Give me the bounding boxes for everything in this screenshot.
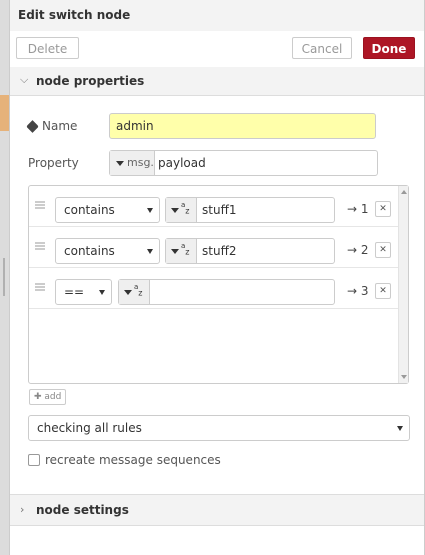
- scroll-down-icon[interactable]: [401, 375, 407, 379]
- property-type-label: msg.: [127, 156, 154, 169]
- tray-toolbar: Delete Cancel Done: [10, 31, 424, 68]
- rule-row: contains az stuff1 → 1 ✕: [29, 186, 399, 227]
- delete-button[interactable]: Delete: [16, 37, 79, 59]
- rule-value-input[interactable]: az stuff1: [165, 197, 335, 223]
- output-port-label: → 1: [347, 202, 369, 216]
- caret-down-icon: [171, 207, 179, 213]
- checking-mode-value: checking all rules: [37, 421, 142, 435]
- remove-rule-button[interactable]: ✕: [375, 283, 391, 299]
- recreate-sequences-checkbox[interactable]: [28, 453, 40, 466]
- dropdown-arrow-icon: [397, 426, 403, 431]
- string-type-icon: az: [181, 201, 190, 216]
- tray-header: Edit switch node: [10, 0, 424, 32]
- property-label: Property: [28, 156, 79, 170]
- rule-value-input[interactable]: az: [118, 279, 335, 305]
- drag-handle-icon[interactable]: [35, 201, 45, 210]
- caret-down-icon: [116, 160, 124, 166]
- tag-icon: [26, 120, 39, 133]
- workspace-edge: [0, 0, 9, 555]
- chevron-right-icon: ›: [20, 503, 25, 516]
- name-label: Name: [26, 119, 78, 133]
- node-settings-label: node settings: [36, 503, 129, 517]
- add-rule-button[interactable]: ✚ add: [29, 389, 67, 405]
- property-type-button[interactable]: msg.: [110, 151, 155, 175]
- string-type-icon: az: [181, 242, 190, 257]
- value-type-button[interactable]: az: [119, 280, 150, 304]
- recreate-sequences-label: recreate message sequences: [45, 453, 221, 467]
- caret-down-icon: [171, 248, 179, 254]
- node-settings-header[interactable]: › node settings: [10, 494, 424, 526]
- rule-operator-value: contains: [64, 244, 115, 258]
- rule-value: stuff1: [202, 203, 237, 217]
- name-label-text: Name: [42, 119, 78, 133]
- caret-down-icon: [124, 289, 132, 295]
- property-value: payload: [158, 156, 206, 170]
- rule-row: contains az stuff2 → 2 ✕: [29, 227, 399, 268]
- node-properties-label: node properties: [36, 74, 145, 88]
- scroll-up-icon[interactable]: [401, 190, 407, 194]
- chevron-down-icon: ⌵: [20, 73, 29, 86]
- output-port-label: → 2: [347, 243, 369, 257]
- value-type-button[interactable]: az: [166, 198, 197, 222]
- node-properties-header[interactable]: ⌵ node properties: [10, 67, 424, 96]
- cancel-button[interactable]: Cancel: [292, 37, 352, 59]
- rule-operator-select[interactable]: ==: [55, 279, 112, 305]
- rule-operator-value: contains: [64, 203, 115, 217]
- plus-icon: ✚: [34, 392, 42, 402]
- dropdown-arrow-icon: [147, 249, 153, 254]
- edit-tray: Edit switch node Delete Cancel Done ⌵ no…: [9, 0, 424, 555]
- output-port-label: → 3: [347, 284, 369, 298]
- add-rule-label: add: [44, 392, 62, 402]
- rule-value: stuff2: [202, 244, 237, 258]
- rules-list: contains az stuff1 → 1 ✕ contains az stu…: [28, 185, 409, 384]
- rule-operator-select[interactable]: contains: [55, 238, 160, 264]
- remove-rule-button[interactable]: ✕: [375, 201, 391, 217]
- resize-grip[interactable]: [3, 258, 5, 296]
- value-type-button[interactable]: az: [166, 239, 197, 263]
- recreate-sequences-option[interactable]: recreate message sequences: [28, 453, 221, 467]
- rule-operator-value: ==: [64, 285, 85, 299]
- drag-handle-icon[interactable]: [35, 242, 45, 251]
- rule-row: == az → 3 ✕: [29, 268, 399, 309]
- remove-rule-button[interactable]: ✕: [375, 242, 391, 258]
- string-type-icon: az: [134, 283, 143, 298]
- drag-handle-icon[interactable]: [35, 283, 45, 292]
- rule-operator-select[interactable]: contains: [55, 197, 160, 223]
- rule-value-input[interactable]: az stuff2: [165, 238, 335, 264]
- dropdown-arrow-icon: [147, 208, 153, 213]
- name-input[interactable]: admin: [109, 113, 376, 139]
- checking-mode-select[interactable]: checking all rules: [28, 415, 410, 441]
- rules-scrollbar[interactable]: [398, 186, 408, 383]
- property-input[interactable]: msg. payload: [109, 150, 378, 176]
- workspace-tab-accent: [0, 95, 9, 131]
- dropdown-arrow-icon: [99, 290, 105, 295]
- done-button[interactable]: Done: [363, 37, 415, 59]
- tray-title: Edit switch node: [18, 8, 131, 22]
